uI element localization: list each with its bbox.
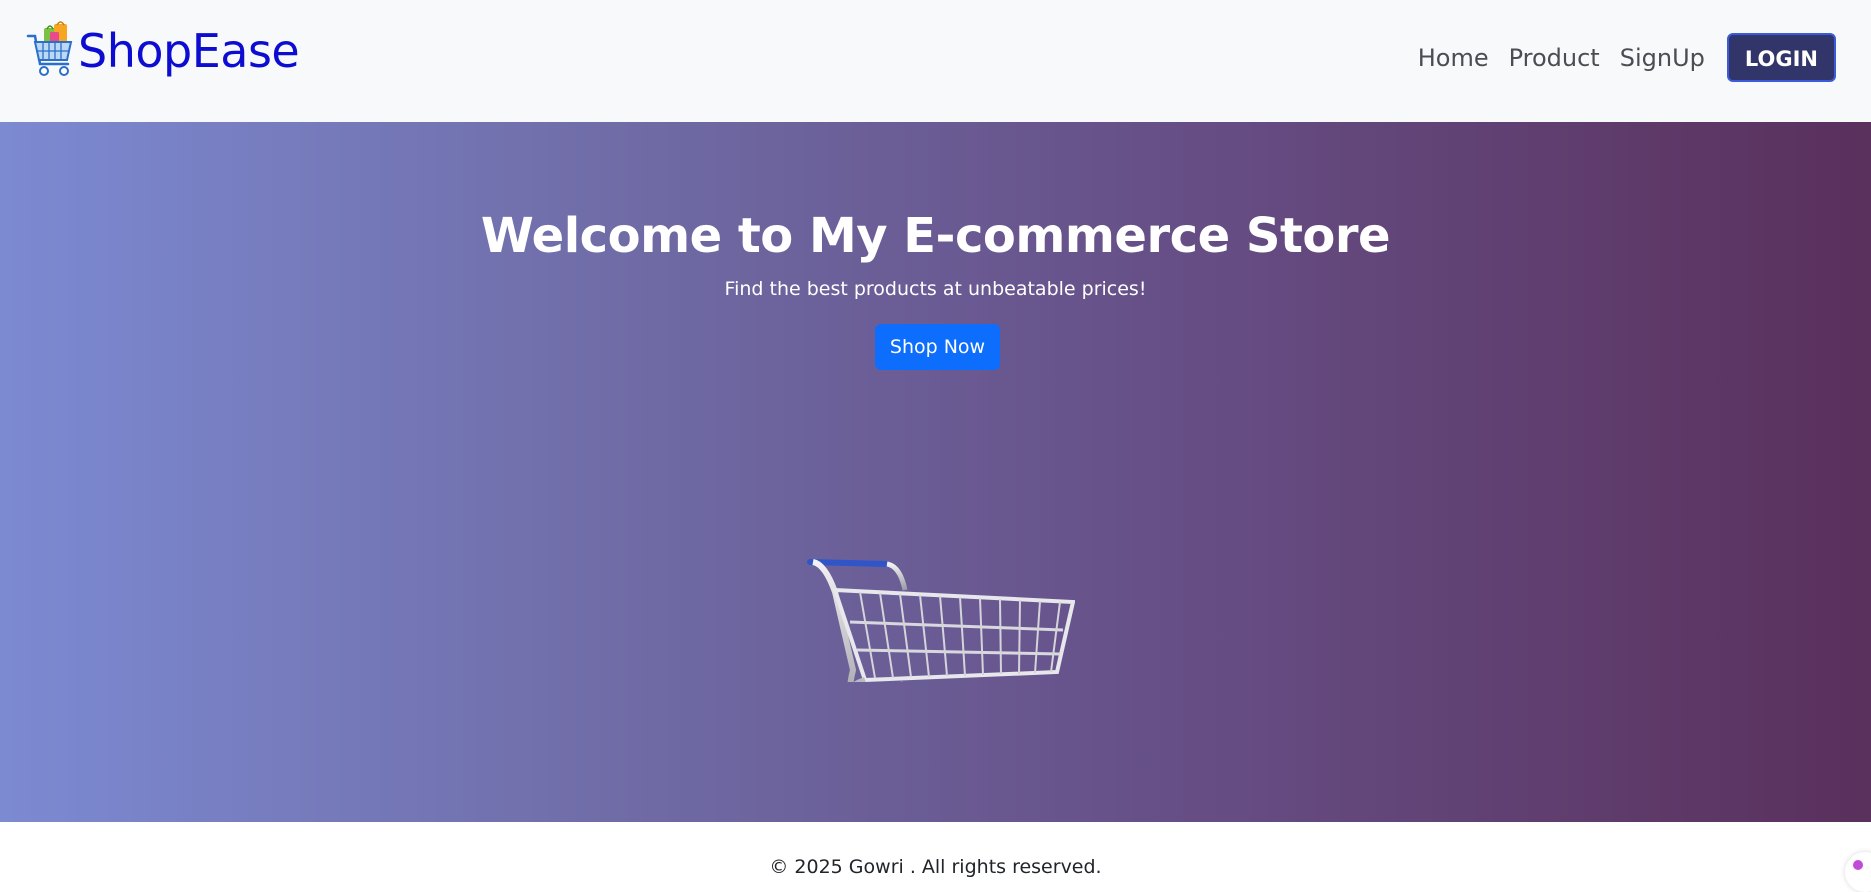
nav-link-signup[interactable]: SignUp: [1620, 38, 1705, 78]
brand-name: ShopEase: [78, 24, 300, 78]
login-button[interactable]: LOGIN: [1726, 33, 1836, 82]
navbar: ShopEase Home Product SignUp LOGIN: [0, 0, 1871, 122]
shop-now-button[interactable]: Shop Now: [875, 324, 1000, 370]
nav-links: Home Product SignUp LOGIN: [1418, 33, 1836, 82]
hero-title: Welcome to My E-commerce Store: [480, 208, 1391, 264]
nav-link-home[interactable]: Home: [1418, 38, 1489, 78]
shopping-cart-with-bags-icon: [26, 21, 73, 76]
footer: © 2025 Gowri . All rights reserved.: [0, 822, 1871, 892]
shopping-cart-icon: [807, 559, 1075, 682]
chat-widget-icon[interactable]: [1845, 852, 1871, 892]
hero-subtitle: Find the best products at unbeatable pri…: [724, 278, 1147, 300]
copyright-text: © 2025 Gowri . All rights reserved.: [769, 856, 1102, 878]
nav-link-product[interactable]: Product: [1509, 38, 1600, 78]
brand-link[interactable]: ShopEase: [26, 18, 300, 84]
hero-section: Welcome to My E-commerce Store Find the …: [0, 122, 1871, 822]
